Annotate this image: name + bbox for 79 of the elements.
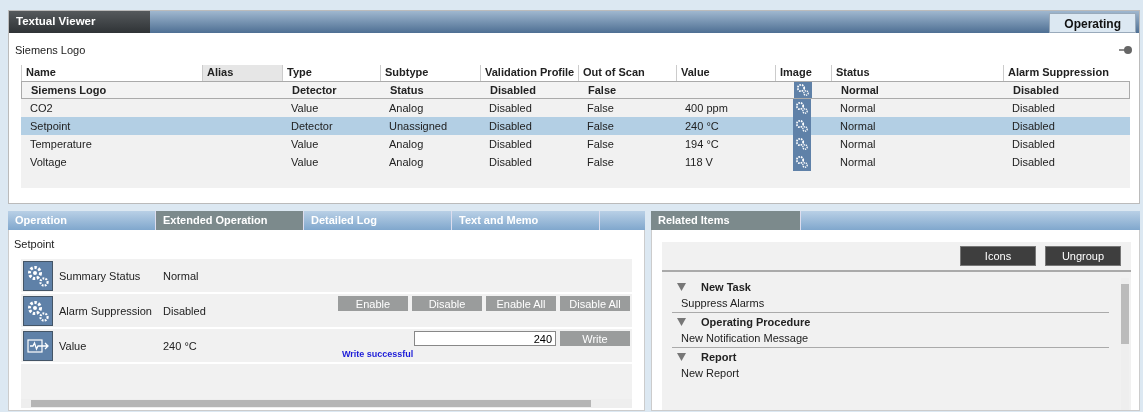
table-cell-text: 194 °C	[684, 138, 720, 150]
table-row[interactable]: Voltage Value Analog Disabled False 118 V Normal Disabled	[21, 153, 1130, 171]
toolbar-button[interactable]: Icons	[960, 246, 1036, 266]
property-value: Disabled	[163, 304, 207, 317]
gears-icon[interactable]	[795, 137, 809, 151]
table-cell-text: Voltage	[29, 156, 68, 168]
table-cell-text: Disabled	[1011, 156, 1056, 168]
breadcrumb: Siemens Logo	[15, 44, 86, 56]
write-status-message: Write successful	[342, 349, 415, 359]
table-row[interactable]: Setpoint Detector Unassigned Disabled False 240 °C Normal Disabled	[21, 117, 1130, 135]
table-cell-text: Normal	[839, 102, 877, 114]
tab[interactable]: Extended Operation	[156, 211, 304, 230]
value-input[interactable]: 240	[414, 331, 556, 346]
table-row[interactable]: Siemens Logo Detector Status Disabled False Normal Disabled	[21, 81, 1130, 99]
table-cell-text: Detector	[291, 84, 338, 96]
table-cell-text: Normal	[839, 120, 877, 132]
pin-icon[interactable]	[1119, 45, 1133, 55]
group-label[interactable]: New Task	[701, 281, 751, 293]
table-row[interactable]: Temperature Value Analog Disabled False 194 °C Normal Disabled	[21, 135, 1130, 153]
table-cell-text: CO2	[29, 102, 54, 114]
table-cell-text: Disabled	[1011, 102, 1056, 114]
related-item[interactable]: New Notification Message	[672, 330, 1109, 348]
table-cell-text: Value	[290, 156, 320, 168]
gears-icon[interactable]	[795, 101, 809, 115]
table-cell-text: False	[586, 102, 615, 114]
table-cell-text: Disabled	[488, 102, 533, 114]
horizontal-scrollbar[interactable]	[21, 399, 632, 408]
table-cell-text: False	[586, 138, 615, 150]
expander-icon[interactable]	[677, 318, 686, 326]
property-label: Value	[59, 339, 88, 352]
object-heading: Setpoint	[13, 237, 56, 252]
property-label: Alarm Suppression	[59, 304, 153, 317]
table-cell-text: Status	[389, 84, 425, 96]
table-cell-text: Unassigned	[388, 120, 449, 132]
property-value: Normal	[163, 269, 200, 282]
table-cell-text: Analog	[388, 138, 425, 150]
gears-icon[interactable]	[23, 260, 53, 291]
table-cell-text: Normal	[839, 156, 877, 168]
table-cell-text: Disabled	[1012, 84, 1060, 96]
panel-title: Related Items	[651, 211, 801, 230]
table-cell-text: Value	[290, 138, 320, 150]
table-cell-text: Setpoint	[29, 120, 72, 132]
table-cell-text: Analog	[388, 156, 425, 168]
table-cell-text: Disabled	[488, 156, 533, 168]
table-cell-text: Temperature	[29, 138, 93, 150]
gears-icon[interactable]	[795, 119, 809, 133]
table-cell-text: False	[586, 156, 615, 168]
table-cell-text: False	[586, 120, 615, 132]
table-cell-text: Siemens Logo	[30, 84, 108, 96]
table-row[interactable]: CO2 Value Analog Disabled False 400 ppm Normal Disabled	[21, 99, 1130, 117]
table-cell-text: Disabled	[1011, 138, 1056, 150]
gears-icon[interactable]	[795, 155, 809, 169]
property-label: Summary Status	[59, 269, 142, 282]
related-item[interactable]: New Report	[672, 365, 1109, 382]
table-cell-text: Disabled	[488, 138, 533, 150]
table-cell-text: Disabled	[488, 120, 533, 132]
property-value: 240 °C	[163, 339, 198, 352]
related-item[interactable]: Suppress Alarms	[672, 295, 1109, 313]
table-cell-text: Normal	[840, 84, 880, 96]
table-cell-text: Normal	[839, 138, 877, 150]
table-cell-text: Value	[290, 102, 320, 114]
table-cell-text: 118 V	[684, 156, 714, 168]
table-cell-text: Disabled	[1011, 120, 1056, 132]
table-cell-text: False	[587, 84, 618, 96]
group-label[interactable]: Report	[701, 351, 737, 363]
toolbar-button[interactable]: Ungroup	[1045, 246, 1121, 266]
gears-icon[interactable]	[23, 295, 53, 326]
expander-icon[interactable]	[677, 283, 686, 291]
table-cell-text: Analog	[388, 102, 425, 114]
table-cell-text: 240 °C	[684, 120, 720, 132]
group-label[interactable]: Operating Procedure	[701, 316, 811, 328]
table-cell-text: Disabled	[489, 84, 537, 96]
mode-indicator: Operating	[1049, 13, 1136, 33]
panel-title: Textual Viewer	[9, 11, 150, 33]
expander-icon[interactable]	[677, 353, 686, 361]
gears-icon[interactable]	[796, 83, 810, 97]
table-cell-text: 400 ppm	[684, 102, 729, 114]
column-header[interactable]: Alias	[202, 65, 282, 81]
table-cell-text: Detector	[290, 120, 334, 132]
